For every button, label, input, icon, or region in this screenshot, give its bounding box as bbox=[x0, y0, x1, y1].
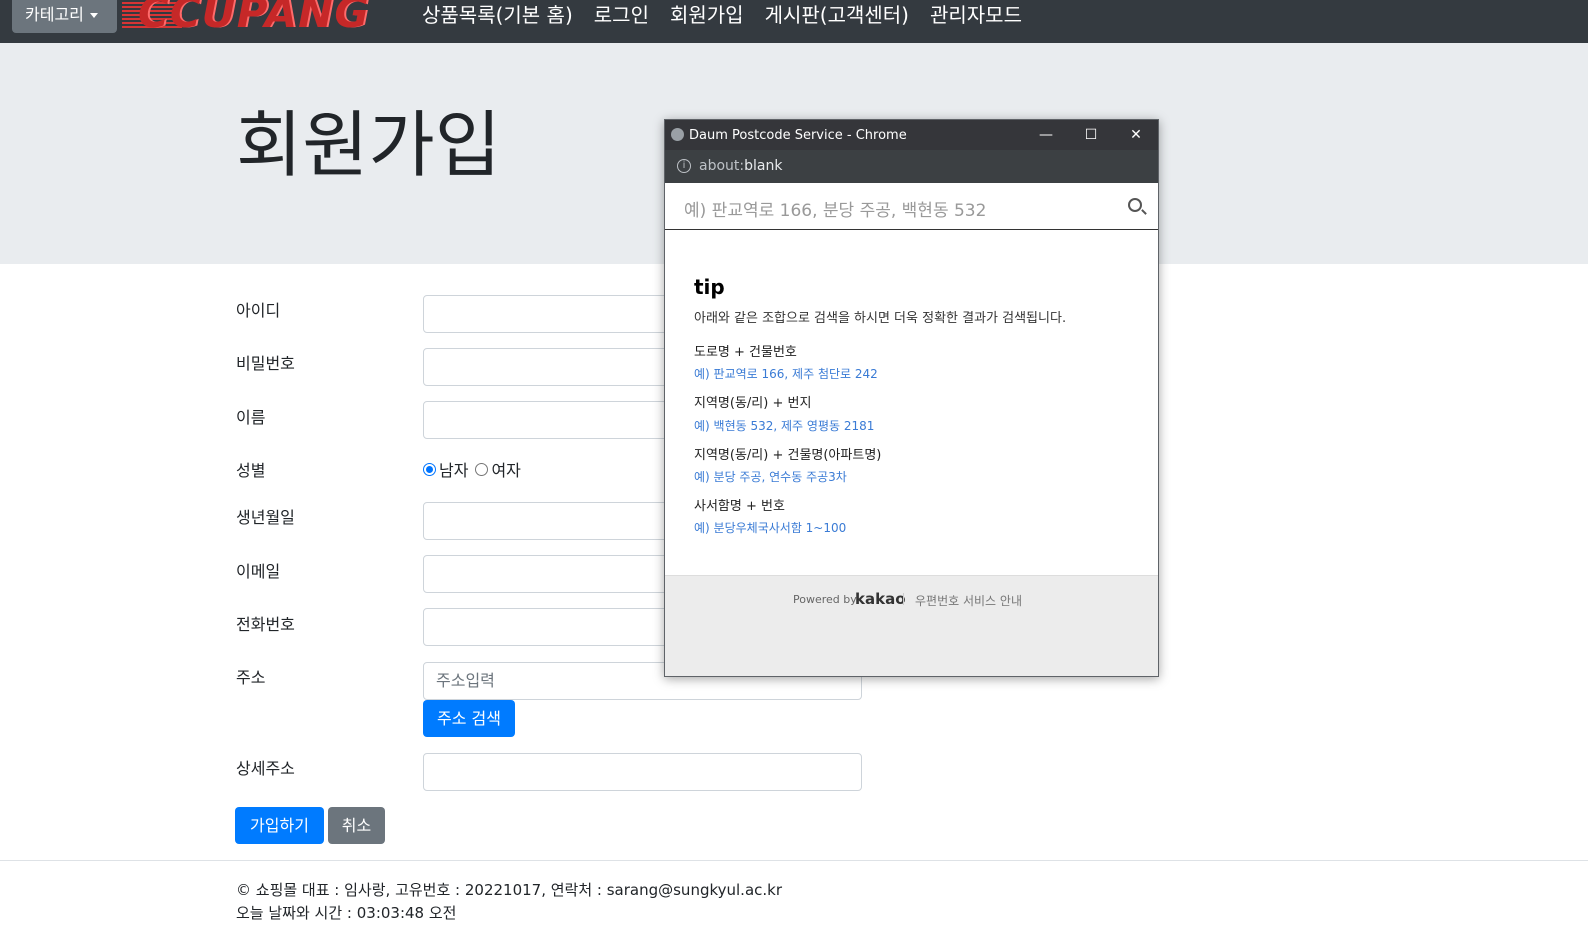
birth-label: 생년월일 bbox=[236, 508, 295, 527]
gender-male-label: 남자 bbox=[439, 461, 469, 480]
detail-address-input[interactable] bbox=[423, 753, 862, 791]
site-logo[interactable]: CCUPANG bbox=[122, 0, 400, 34]
footer-info: © 쇼핑몰 대표 : 임사랑, 고유번호 : 20221017, 연락처 : s… bbox=[236, 881, 783, 899]
powered-by-label: Powered by bbox=[793, 593, 857, 606]
phone-label: 전화번호 bbox=[236, 615, 295, 634]
caret-down-icon bbox=[89, 13, 98, 18]
tip-description: 아래와 같은 조합으로 검색을 하시면 더욱 정확한 결과가 검색됩니다. bbox=[694, 311, 1067, 326]
tip-heading: 지역명(동/리) + 건물명(아파트명) bbox=[694, 448, 882, 463]
close-icon[interactable]: ✕ bbox=[1126, 125, 1146, 145]
nav-links: 상품목록(기본 홈) 로그인 회원가입 게시판(고객센터) 관리자모드 bbox=[422, 0, 1022, 32]
service-guide-link[interactable]: 우편번호 서비스 안내 bbox=[915, 592, 1022, 609]
popup-url: about:blank bbox=[699, 158, 782, 174]
email-label: 이메일 bbox=[236, 562, 281, 581]
postcode-popup-window: Daum Postcode Service - Chrome — ☐ ✕ i a… bbox=[664, 119, 1159, 677]
footer-separator bbox=[903, 593, 904, 605]
navbar: 카테고리 CCUPANG 상품목록(기본 홈) 로그인 회원가입 게시판(고객센… bbox=[0, 0, 1588, 43]
nav-link-login[interactable]: 로그인 bbox=[594, 0, 649, 32]
logo-text: CCUPANG bbox=[138, 0, 370, 34]
popup-footer: Powered by kakao 우편번호 서비스 안내 bbox=[665, 575, 1158, 676]
gender-female-label: 여자 bbox=[491, 461, 521, 480]
url-scheme: about: bbox=[699, 158, 745, 174]
footer-datetime: 오늘 날짜와 시간 : 03:03:48 오전 bbox=[236, 904, 457, 922]
postcode-search-bar[interactable]: 예) 판교역로 166, 분당 주공, 백현동 532 bbox=[665, 183, 1158, 230]
postcode-search-input[interactable]: 예) 판교역로 166, 분당 주공, 백현동 532 bbox=[684, 196, 986, 221]
page-title: 회원가입 bbox=[236, 103, 501, 187]
nav-link-signup[interactable]: 회원가입 bbox=[670, 0, 744, 32]
gender-radio-group: 남자 여자 bbox=[423, 457, 521, 481]
submit-button[interactable]: 가입하기 bbox=[235, 807, 324, 844]
gender-label: 성별 bbox=[236, 461, 266, 480]
id-label: 아이디 bbox=[236, 301, 281, 320]
search-icon[interactable] bbox=[1128, 198, 1142, 212]
tip-example: 예) 분당우체국사서함 1~100 bbox=[694, 521, 847, 535]
address-search-button[interactable]: 주소 검색 bbox=[423, 700, 515, 737]
nav-link-products[interactable]: 상품목록(기본 홈) bbox=[422, 0, 573, 32]
name-label: 이름 bbox=[236, 408, 266, 427]
kakao-logo[interactable]: kakao bbox=[855, 590, 906, 608]
cancel-button[interactable]: 취소 bbox=[328, 807, 385, 844]
gender-female-radio[interactable] bbox=[475, 462, 489, 476]
tip-heading: 지역명(동/리) + 번지 bbox=[694, 396, 812, 411]
tip-title: tip bbox=[694, 275, 725, 299]
globe-icon bbox=[671, 128, 684, 141]
detail-address-label: 상세주소 bbox=[236, 759, 295, 778]
tip-example: 예) 판교역로 166, 제주 첨단로 242 bbox=[694, 367, 878, 381]
popup-title: Daum Postcode Service - Chrome bbox=[689, 128, 907, 143]
tip-heading: 도로명 + 건물번호 bbox=[694, 345, 797, 360]
address-label: 주소 bbox=[236, 668, 266, 687]
nav-link-admin[interactable]: 관리자모드 bbox=[930, 0, 1022, 32]
maximize-icon[interactable]: ☐ bbox=[1081, 125, 1101, 145]
category-label: 카테고리 bbox=[25, 5, 84, 24]
footer-divider bbox=[0, 860, 1588, 861]
gender-male-radio[interactable] bbox=[423, 462, 436, 476]
password-label: 비밀번호 bbox=[236, 354, 295, 373]
category-dropdown-button[interactable]: 카테고리 bbox=[12, 0, 117, 33]
url-path: blank bbox=[744, 158, 783, 174]
tip-example: 예) 백현동 532, 제주 영평동 2181 bbox=[694, 419, 875, 433]
tip-heading: 사서함명 + 번호 bbox=[694, 499, 785, 514]
popup-address-bar: i about:blank bbox=[665, 150, 1158, 183]
tip-example: 예) 분당 주공, 연수동 주공3차 bbox=[694, 470, 847, 484]
nav-link-board[interactable]: 게시판(고객센터) bbox=[765, 0, 909, 32]
info-icon[interactable]: i bbox=[677, 159, 691, 173]
minimize-icon[interactable]: — bbox=[1036, 125, 1056, 145]
popup-titlebar[interactable]: Daum Postcode Service - Chrome — ☐ ✕ bbox=[665, 120, 1158, 150]
